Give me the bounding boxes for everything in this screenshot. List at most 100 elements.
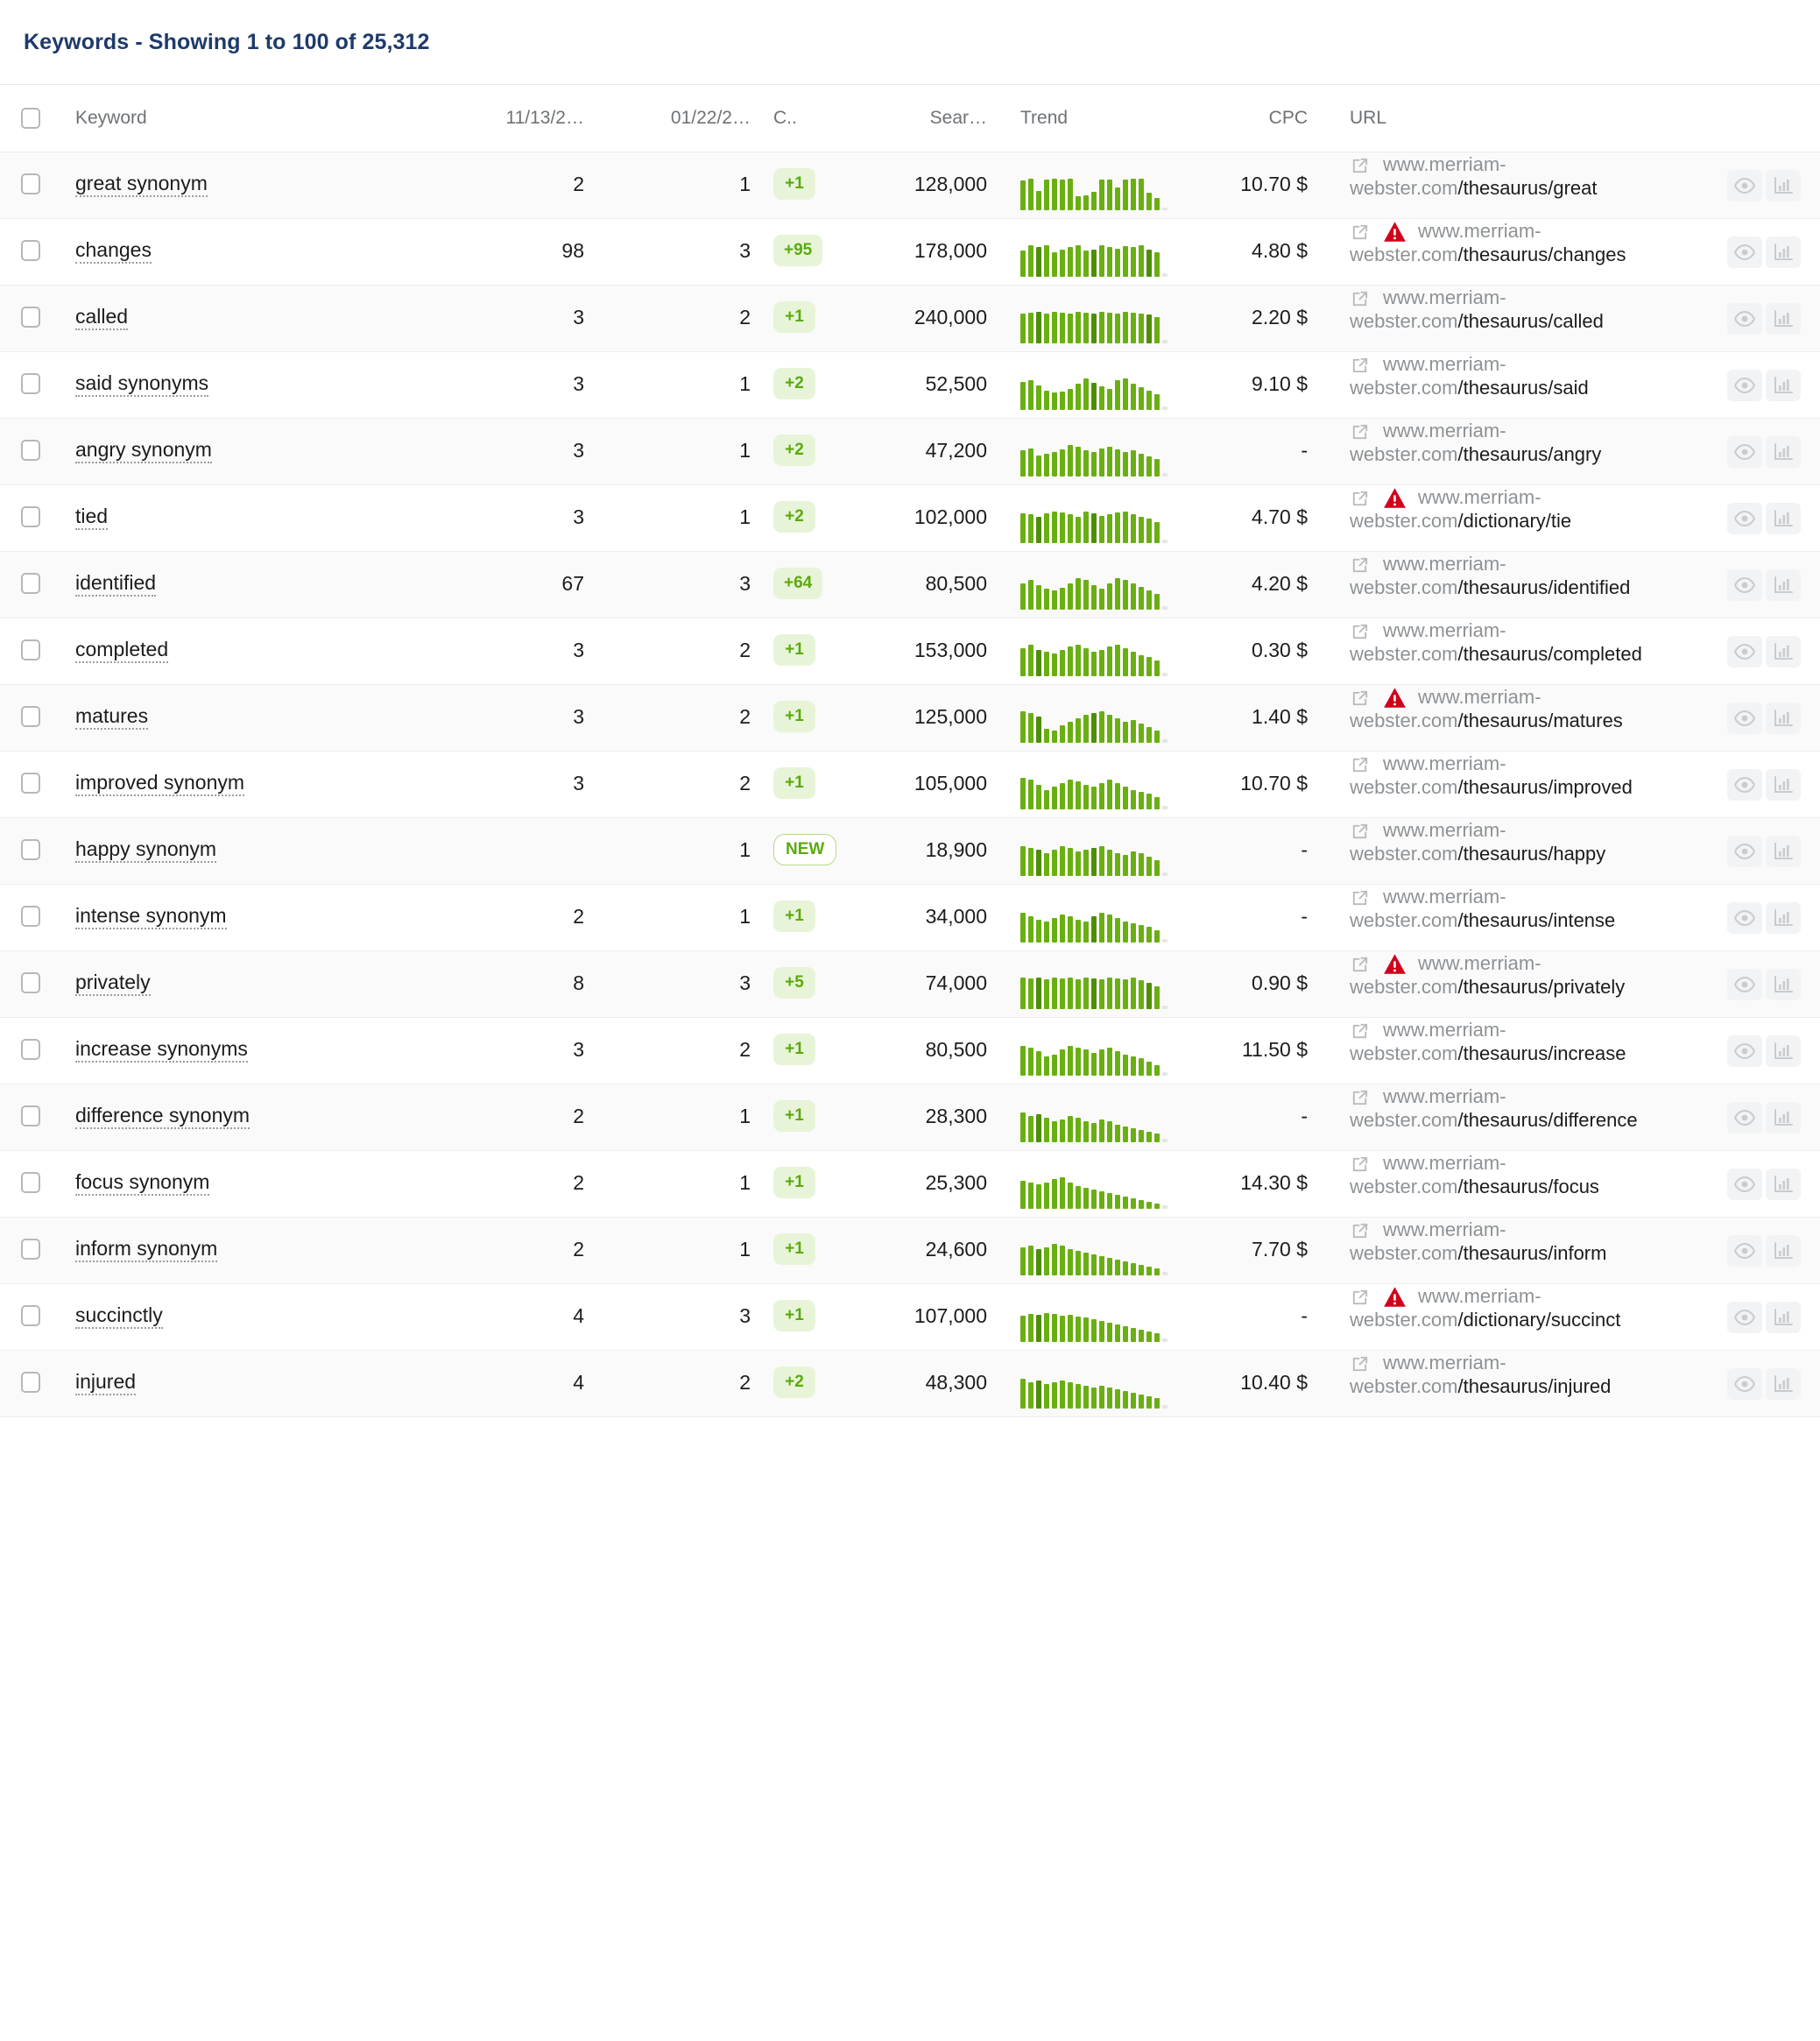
bar-chart-icon[interactable] <box>1766 1301 1801 1333</box>
url-link[interactable]: www.merriam-webster.com/thesaurus/said <box>1350 353 1589 399</box>
preview-eye-icon[interactable] <box>1727 369 1762 401</box>
keyword-link[interactable]: identified <box>75 571 157 597</box>
url-link[interactable]: www.merriam-webster.com/thesaurus/improv… <box>1350 752 1633 798</box>
url-link[interactable]: www.merriam-webster.com/thesaurus/increa… <box>1350 1019 1626 1064</box>
table-row[interactable]: tied 3 1 +2 102,000 4.70 $ www.merriam-webster… <box>0 484 1820 551</box>
row-select-cell[interactable] <box>0 1283 61 1350</box>
row-checkbox[interactable] <box>21 173 40 194</box>
keyword-link[interactable]: succinctly <box>75 1303 163 1329</box>
row-checkbox[interactable] <box>21 639 40 660</box>
row-checkbox[interactable] <box>21 1038 40 1060</box>
table-row[interactable]: happy synonym 1 NEW 18,900 - www.merriam-webs… <box>0 817 1820 884</box>
table-row[interactable]: completed 3 2 +1 153,000 0.30 $ www.merriam-we… <box>0 618 1820 684</box>
preview-eye-icon[interactable] <box>1727 1101 1762 1133</box>
bar-chart-icon[interactable] <box>1766 968 1801 1000</box>
bar-chart-icon[interactable] <box>1766 702 1801 734</box>
row-select-cell[interactable] <box>0 484 61 551</box>
row-select-cell[interactable] <box>0 817 61 884</box>
url-link[interactable]: www.merriam-webster.com/thesaurus/privat… <box>1350 952 1625 998</box>
table-row[interactable]: intense synonym 2 1 +1 34,000 - www.merriam-we… <box>0 884 1820 950</box>
row-checkbox[interactable] <box>21 971 40 993</box>
bar-chart-icon[interactable] <box>1766 768 1801 801</box>
preview-eye-icon[interactable] <box>1727 702 1762 734</box>
preview-eye-icon[interactable] <box>1727 968 1762 1000</box>
column-header-date2[interactable]: 01/22/2… <box>600 85 766 152</box>
table-row[interactable]: improved synonym 3 2 +1 105,000 10.70 $ www.me… <box>0 751 1820 817</box>
row-select-cell[interactable] <box>0 351 61 418</box>
preview-eye-icon[interactable] <box>1727 1301 1762 1333</box>
table-row[interactable]: matures 3 2 +1 125,000 1.40 $ www.merriam-webs… <box>0 684 1820 751</box>
row-select-cell[interactable] <box>0 1084 61 1150</box>
table-row[interactable]: difference synonym 2 1 +1 28,300 - www.merriam… <box>0 1084 1820 1150</box>
table-row[interactable]: called 3 2 +1 240,000 2.20 $ www.merriam-webst… <box>0 285 1820 351</box>
row-checkbox[interactable] <box>21 1371 40 1393</box>
keyword-link[interactable]: great synonym <box>75 172 208 197</box>
keyword-link[interactable]: called <box>75 305 129 330</box>
bar-chart-icon[interactable] <box>1766 1101 1801 1133</box>
bar-chart-icon[interactable] <box>1766 569 1801 601</box>
row-checkbox[interactable] <box>21 239 40 261</box>
table-row[interactable]: inform synonym 2 1 +1 24,600 7.70 $ www.merria… <box>0 1217 1820 1283</box>
preview-eye-icon[interactable] <box>1727 302 1762 335</box>
bar-chart-icon[interactable] <box>1766 1035 1801 1067</box>
row-select-cell[interactable] <box>0 218 61 285</box>
url-link[interactable]: www.merriam-webster.com/thesaurus/happy <box>1350 819 1605 865</box>
preview-eye-icon[interactable] <box>1727 1035 1762 1067</box>
bar-chart-icon[interactable] <box>1766 1234 1801 1267</box>
keyword-link[interactable]: inform synonym <box>75 1237 218 1262</box>
bar-chart-icon[interactable] <box>1766 835 1801 867</box>
keyword-link[interactable]: focus synonym <box>75 1170 210 1196</box>
preview-eye-icon[interactable] <box>1727 635 1762 667</box>
column-header-volume[interactable]: Sear… <box>863 85 1003 152</box>
row-select-cell[interactable] <box>0 1150 61 1217</box>
row-select-cell[interactable] <box>0 618 61 684</box>
table-row[interactable]: great synonym 2 1 +1 128,000 10.70 $ www.merri… <box>0 152 1820 218</box>
keyword-link[interactable]: injured <box>75 1370 137 1395</box>
url-link[interactable]: www.merriam-webster.com/thesaurus/mature… <box>1350 686 1623 731</box>
bar-chart-icon[interactable] <box>1766 502 1801 534</box>
table-row[interactable]: privately 8 3 +5 74,000 0.90 $ www.merriam-web… <box>0 950 1820 1017</box>
preview-eye-icon[interactable] <box>1727 835 1762 867</box>
row-select-cell[interactable] <box>0 751 61 817</box>
keyword-link[interactable]: intense synonym <box>75 904 227 929</box>
row-select-cell[interactable] <box>0 285 61 351</box>
row-select-cell[interactable] <box>0 884 61 950</box>
row-checkbox[interactable] <box>21 439 40 461</box>
url-link[interactable]: www.merriam-webster.com/thesaurus/great <box>1350 153 1597 199</box>
url-link[interactable]: www.merriam-webster.com/thesaurus/injure… <box>1350 1352 1611 1397</box>
keyword-link[interactable]: privately <box>75 971 151 996</box>
url-link[interactable]: www.merriam-webster.com/thesaurus/differ… <box>1350 1085 1638 1131</box>
preview-eye-icon[interactable] <box>1727 435 1762 468</box>
row-checkbox[interactable] <box>21 505 40 527</box>
keyword-link[interactable]: happy synonym <box>75 837 217 863</box>
url-link[interactable]: www.merriam-webster.com/thesaurus/called <box>1350 286 1604 332</box>
keyword-link[interactable]: completed <box>75 638 169 663</box>
url-link[interactable]: www.merriam-webster.com/dictionary/succi… <box>1350 1285 1620 1331</box>
row-checkbox[interactable] <box>21 306 40 328</box>
select-all-checkbox[interactable] <box>21 107 40 129</box>
bar-chart-icon[interactable] <box>1766 901 1801 934</box>
bar-chart-icon[interactable] <box>1766 369 1801 401</box>
column-header-url[interactable]: URL <box>1327 85 1695 152</box>
column-header-cpc[interactable]: CPC <box>1222 85 1327 152</box>
url-link[interactable]: www.merriam-webster.com/thesaurus/inform <box>1350 1218 1606 1264</box>
bar-chart-icon[interactable] <box>1766 169 1801 201</box>
row-checkbox[interactable] <box>21 372 40 394</box>
keyword-link[interactable]: angry synonym <box>75 438 212 463</box>
row-checkbox[interactable] <box>21 1238 40 1260</box>
row-checkbox[interactable] <box>21 705 40 727</box>
table-row[interactable]: changes 98 3 +95 178,000 4.80 $ www.merriam-we… <box>0 218 1820 285</box>
table-row[interactable]: focus synonym 2 1 +1 25,300 14.30 $ www.merria… <box>0 1150 1820 1217</box>
row-select-cell[interactable] <box>0 1350 61 1416</box>
keyword-link[interactable]: matures <box>75 704 149 730</box>
url-link[interactable]: www.merriam-webster.com/thesaurus/change… <box>1350 220 1626 265</box>
preview-eye-icon[interactable] <box>1727 901 1762 934</box>
keyword-link[interactable]: difference synonym <box>75 1104 250 1129</box>
keyword-link[interactable]: improved synonym <box>75 771 245 796</box>
bar-chart-icon[interactable] <box>1766 635 1801 667</box>
preview-eye-icon[interactable] <box>1727 768 1762 801</box>
url-link[interactable]: www.merriam-webster.com/thesaurus/identi… <box>1350 553 1630 598</box>
table-row[interactable]: said synonyms 3 1 +2 52,500 9.10 $ www.merriam… <box>0 351 1820 418</box>
preview-eye-icon[interactable] <box>1727 502 1762 534</box>
row-checkbox[interactable] <box>21 1171 40 1193</box>
